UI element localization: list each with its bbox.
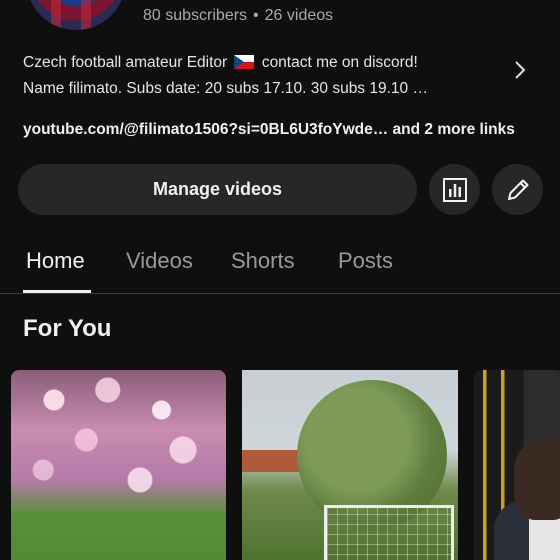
channel-stats: 80 subscribers • 26 videos	[143, 7, 333, 25]
video-thumbnail[interactable]	[11, 370, 226, 560]
czech-flag-icon	[233, 55, 254, 69]
manage-videos-button[interactable]: Manage videos	[18, 164, 417, 215]
video-thumbnail[interactable]	[474, 370, 560, 560]
analytics-button[interactable]	[429, 164, 480, 215]
tab-posts[interactable]: Posts	[338, 248, 393, 274]
edit-channel-button[interactable]	[492, 164, 543, 215]
subscriber-count: 80 subscribers	[143, 7, 248, 24]
channel-links[interactable]: youtube.com/@filimato1506?si=0BL6U3foYwd…	[23, 121, 515, 139]
stats-separator: •	[253, 7, 259, 24]
tab-shorts[interactable]: Shorts	[231, 248, 295, 274]
pencil-icon	[507, 179, 528, 200]
active-tab-indicator	[23, 290, 91, 293]
chevron-right-icon[interactable]	[510, 60, 530, 80]
tab-videos[interactable]: Videos	[126, 248, 193, 274]
description-line-2: Name filimato. Subs date: 20 subs 17.10.…	[23, 80, 428, 97]
bar-chart-icon	[442, 177, 467, 202]
channel-tabs: Home Videos Shorts Posts	[0, 240, 560, 294]
description-line-1: Czech football amateur Editor contact me…	[23, 54, 418, 71]
video-thumbnail[interactable]	[242, 370, 458, 560]
thumbnail-goal	[324, 505, 454, 560]
video-count: 26 videos	[264, 7, 334, 24]
tab-home[interactable]: Home	[26, 248, 85, 274]
channel-description[interactable]: Czech football amateur Editor contact me…	[23, 50, 493, 102]
channel-avatar[interactable]	[26, 0, 126, 30]
section-title: For You	[23, 315, 112, 342]
